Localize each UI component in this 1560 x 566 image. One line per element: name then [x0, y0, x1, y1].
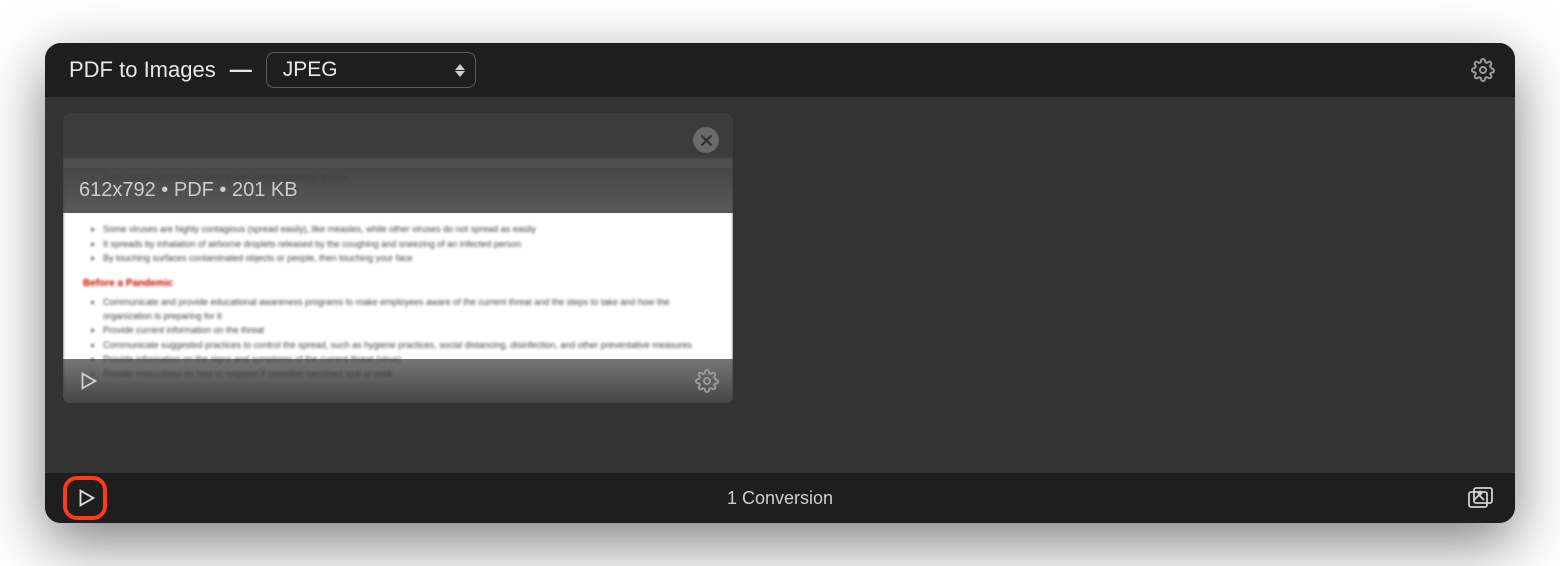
file-card[interactable]: 612x792 • PDF • 201 KB It can spread acr…: [63, 113, 733, 403]
file-metadata: 612x792 • PDF • 201 KB: [79, 179, 298, 202]
close-icon: [700, 134, 713, 147]
settings-button[interactable]: [1471, 58, 1495, 82]
app-window: PDF to Images — JPEG: [45, 43, 1515, 523]
header-title: PDF to Images: [69, 57, 216, 83]
card-settings-button[interactable]: [695, 369, 719, 393]
select-chevrons-icon: [455, 64, 465, 77]
format-select-value: JPEG: [283, 58, 338, 82]
remove-file-button[interactable]: [693, 127, 719, 153]
images-icon: [1467, 486, 1495, 510]
highlight-ring: [63, 476, 107, 520]
conversion-status: 1 Conversion: [727, 488, 833, 509]
format-select[interactable]: JPEG: [266, 52, 476, 88]
main-content: 612x792 • PDF • 201 KB It can spread acr…: [45, 97, 1515, 473]
run-all-button[interactable]: [65, 477, 107, 519]
card-play-button[interactable]: [77, 370, 99, 392]
footer-bar: 1 Conversion: [45, 473, 1515, 523]
header-bar: PDF to Images — JPEG: [45, 43, 1515, 97]
card-meta-bar: 612x792 • PDF • 201 KB: [63, 168, 733, 213]
header-separator: —: [230, 57, 252, 83]
gear-icon: [695, 369, 719, 393]
play-icon: [77, 370, 99, 392]
output-images-button[interactable]: [1467, 486, 1495, 510]
card-header: [63, 113, 733, 168]
card-footer: [63, 359, 733, 403]
gear-icon: [1471, 58, 1495, 82]
